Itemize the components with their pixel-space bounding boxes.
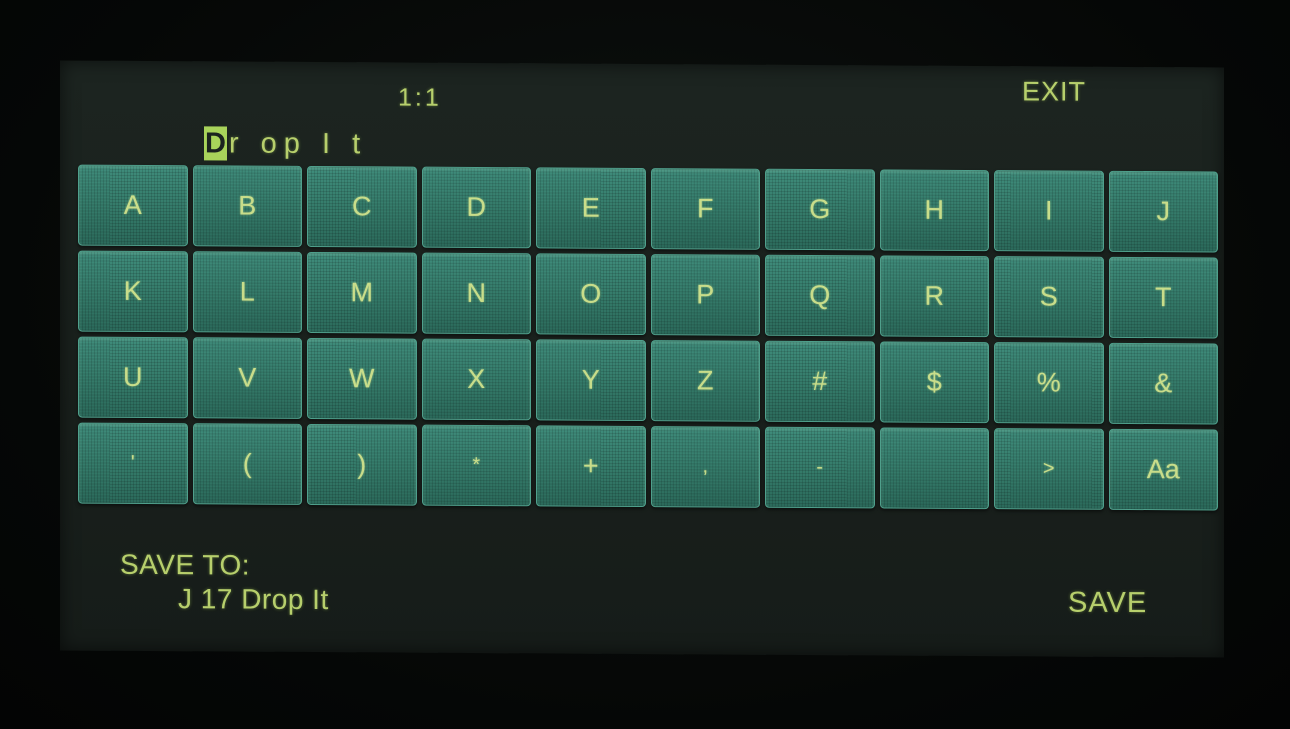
key-plus[interactable]: + [536, 425, 646, 508]
key-f[interactable]: F [650, 168, 760, 250]
name-text: r op I t [228, 126, 368, 160]
lcd-screen: 1:1 EXIT Dr op I t A B C D E F G H I J K… [60, 60, 1224, 658]
key-s[interactable]: S [994, 256, 1104, 338]
key-close-paren[interactable]: ) [307, 423, 417, 506]
key-z[interactable]: Z [650, 340, 760, 422]
key-h[interactable]: H [879, 169, 989, 252]
key-i[interactable]: I [994, 170, 1104, 252]
key-hash[interactable]: # [765, 340, 875, 423]
key-ampersand[interactable]: & [1108, 342, 1218, 425]
key-k[interactable]: K [78, 250, 188, 333]
key-comma[interactable]: , [650, 426, 760, 508]
key-t[interactable]: T [1108, 256, 1218, 339]
key-p[interactable]: P [650, 254, 760, 336]
key-percent[interactable]: % [994, 342, 1104, 424]
key-w[interactable]: W [307, 337, 417, 420]
key-r[interactable]: R [879, 255, 989, 338]
key-n[interactable]: N [421, 252, 531, 335]
key-minus[interactable]: - [765, 426, 875, 509]
key-apostrophe[interactable]: ' [78, 422, 188, 505]
on-screen-keyboard: A B C D E F G H I J K L M N O P Q R S T … [78, 164, 1218, 511]
key-c[interactable]: C [307, 165, 417, 248]
text-cursor: D [204, 126, 227, 161]
name-input-field[interactable]: Dr op I t [204, 125, 367, 162]
key-d[interactable]: D [421, 166, 531, 249]
exit-button[interactable]: EXIT [1022, 76, 1086, 107]
cursor-position-indicator: 1:1 [398, 83, 442, 112]
key-u[interactable]: U [78, 336, 188, 419]
key-dollar[interactable]: $ [879, 341, 989, 424]
key-g[interactable]: G [765, 168, 875, 251]
save-button[interactable]: SAVE [1068, 587, 1147, 620]
key-j[interactable]: J [1108, 170, 1218, 253]
key-o[interactable]: O [536, 253, 646, 336]
key-b[interactable]: B [192, 165, 302, 247]
key-a[interactable]: A [78, 164, 188, 247]
key-e[interactable]: E [536, 167, 646, 250]
key-m[interactable]: M [307, 251, 417, 334]
key-v[interactable]: V [192, 337, 302, 419]
key-asterisk[interactable]: * [421, 424, 531, 507]
key-space[interactable] [879, 427, 989, 510]
save-to-label: SAVE TO: [120, 548, 251, 581]
save-to-destination[interactable]: J 17 Drop It [178, 583, 329, 616]
key-greater-than[interactable]: > [994, 428, 1104, 510]
key-y[interactable]: Y [536, 339, 646, 422]
key-open-paren[interactable]: ( [192, 423, 302, 505]
key-case-toggle[interactable]: Aa [1108, 428, 1218, 511]
key-l[interactable]: L [192, 251, 302, 333]
key-x[interactable]: X [421, 338, 531, 421]
key-q[interactable]: Q [765, 254, 875, 337]
